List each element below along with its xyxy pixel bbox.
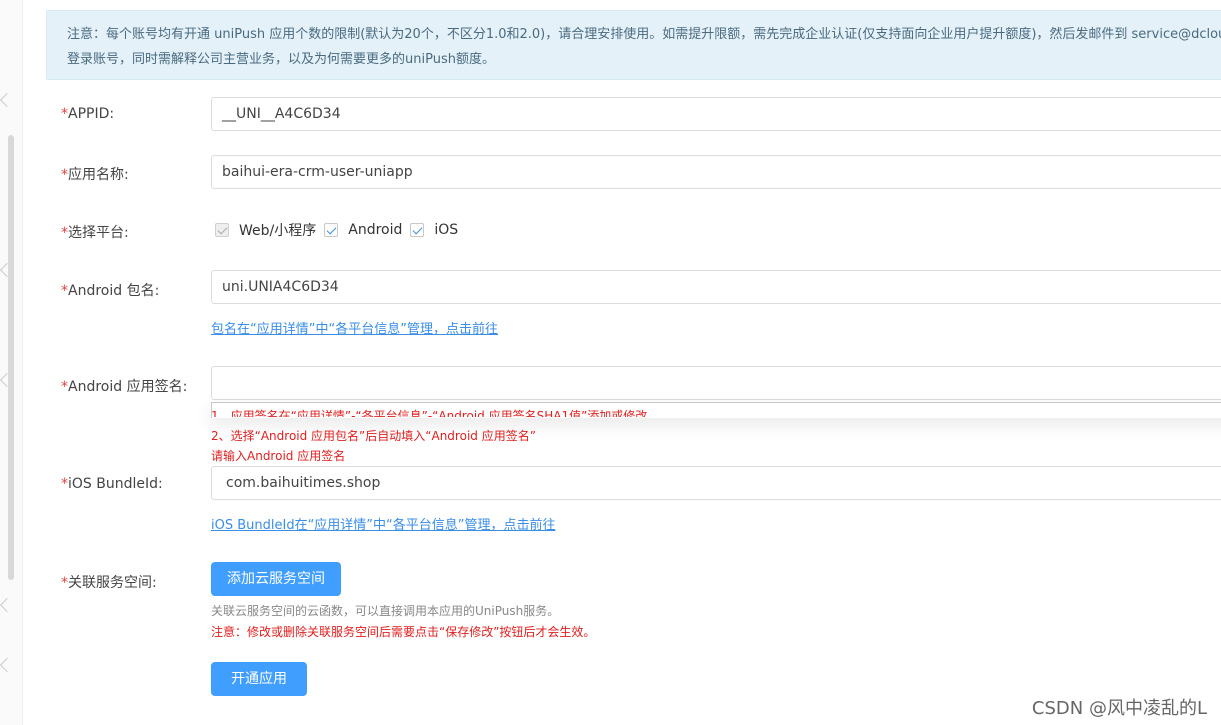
add-cloud-space-button[interactable]: 添加云服务空间 xyxy=(211,562,341,596)
required-mark: * xyxy=(61,106,68,122)
left-scroll-strip xyxy=(0,0,23,725)
android-package-field[interactable]: uni.UNIA4C6D34 xyxy=(211,270,1221,304)
checkbox-android[interactable] xyxy=(324,223,339,237)
ios-bundle-label-text: iOS BundleId: xyxy=(68,476,163,492)
required-mark: * xyxy=(61,225,68,241)
signature-hint-1: 1、应用签名在“应用详情”-“各平台信息”-“Android 应用签名SHA1值… xyxy=(211,409,648,417)
android-signature-label-text: Android 应用签名: xyxy=(68,379,188,395)
cloud-space-label: *关联服务空间: xyxy=(61,572,157,592)
android-signature-select[interactable] xyxy=(211,366,1221,400)
android-package-manage-link[interactable]: 包名在“应用详情”中“各平台信息”管理，点击前往 xyxy=(211,318,498,337)
signature-hint-2: 2、选择“Android 应用包名”后自动填入“Android 应用签名” xyxy=(211,429,536,443)
notice-line-2: 登录账号，同时需解释公司主营业务，以及为何需要更多的uniPush额度。 xyxy=(67,52,495,67)
platform-ios-label: iOS xyxy=(434,222,459,238)
app-name-label: *应用名称: xyxy=(61,164,129,184)
appid-label: *APPID: xyxy=(61,106,114,122)
appid-label-text: APPID: xyxy=(68,106,115,122)
ios-bundle-label: *iOS BundleId: xyxy=(61,476,163,492)
cloud-space-note: 关联云服务空间的云函数，可以直接调用本应用的UniPush服务。 xyxy=(211,604,560,618)
chevron-icon xyxy=(0,657,15,673)
app-name-label-text: 应用名称: xyxy=(68,167,129,183)
chevron-icon xyxy=(0,597,15,613)
signature-error: 请输入Android 应用签名 xyxy=(211,449,346,463)
app-name-field[interactable]: baihui-era-crm-user-uniapp xyxy=(211,155,1221,189)
android-signature-label: *Android 应用签名: xyxy=(61,376,187,396)
csdn-watermark: CSDN @风中凌乱的L xyxy=(1031,698,1207,719)
checkbox-web-miniprogram[interactable] xyxy=(215,223,229,237)
required-mark: * xyxy=(61,476,68,492)
required-mark: * xyxy=(61,167,68,183)
platform-android-label: Android xyxy=(348,222,403,238)
cloud-space-label-text: 关联服务空间: xyxy=(68,575,157,591)
platform-label: *选择平台: xyxy=(61,222,129,242)
android-package-label: *Android 包名: xyxy=(61,280,159,300)
appid-field[interactable]: __UNI__A4C6D34 xyxy=(211,97,1221,131)
platform-label-text: 选择平台: xyxy=(68,225,129,241)
checkbox-ios[interactable] xyxy=(410,223,425,237)
chevron-icon xyxy=(0,92,15,108)
cloud-space-warning: 注意：修改或删除关联服务空间后需要点击“保存修改”按钮后才会生效。 xyxy=(211,625,596,639)
ios-bundle-manage-link[interactable]: iOS BundleId在“应用详情”中“各平台信息”管理，点击前往 xyxy=(211,514,556,533)
required-mark: * xyxy=(61,283,68,299)
ios-bundle-field[interactable]: com.baihuitimes.shop xyxy=(211,466,1221,500)
platform-web-label: Web/小程序 xyxy=(239,223,317,239)
android-package-label-text: Android 包名: xyxy=(68,283,160,299)
open-app-button[interactable]: 开通应用 xyxy=(211,662,307,696)
platform-checkbox-group: Web/小程序 Android iOS xyxy=(215,219,466,241)
required-mark: * xyxy=(61,379,68,395)
scrollbar-thumb[interactable] xyxy=(8,135,14,580)
notice-line-1: 注意：每个账号均有开通 uniPush 应用个数的限制(默认为20个，不区分1.… xyxy=(67,27,1221,42)
required-mark: * xyxy=(61,575,68,591)
quota-notice: 注意：每个账号均有开通 uniPush 应用个数的限制(默认为20个，不区分1.… xyxy=(46,10,1221,80)
